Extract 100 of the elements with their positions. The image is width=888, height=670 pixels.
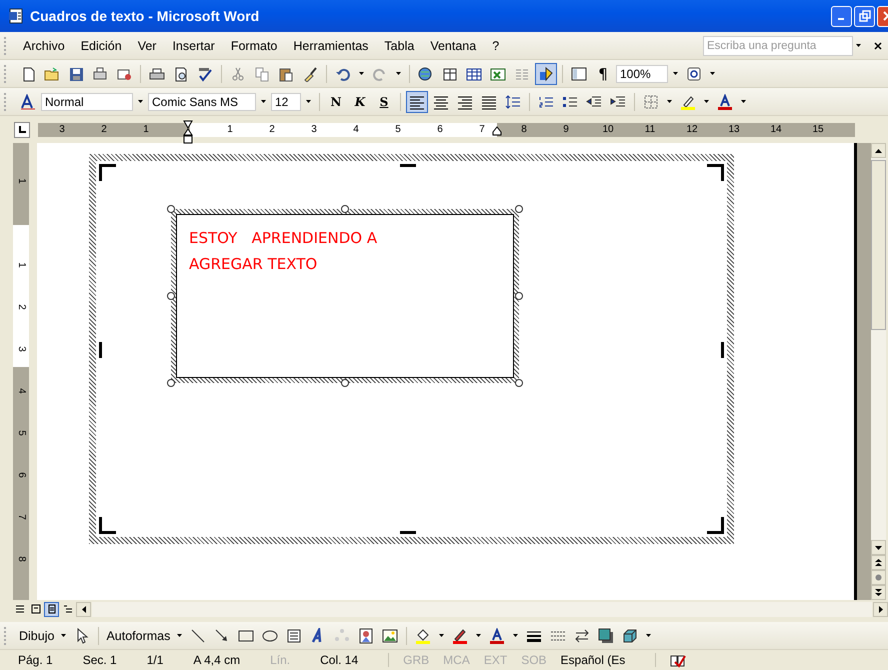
resize-handle-icon[interactable]: [167, 379, 175, 387]
scroll-down-icon[interactable]: [871, 540, 886, 555]
scroll-up-icon[interactable]: [871, 143, 886, 158]
crop-handle-icon[interactable]: [99, 342, 102, 358]
crop-handle-icon[interactable]: [707, 164, 724, 181]
caret-icon[interactable]: [177, 634, 182, 637]
resize-handle-icon[interactable]: [515, 292, 523, 300]
font-dropdown[interactable]: Comic Sans MS: [148, 92, 256, 110]
scroll-right-icon[interactable]: [873, 602, 888, 616]
crop-handle-icon[interactable]: [707, 517, 724, 534]
caret-icon[interactable]: [667, 100, 672, 103]
resize-handle-icon[interactable]: [341, 205, 349, 213]
italic-button[interactable]: K: [349, 90, 371, 112]
indent-marker-icon[interactable]: [183, 120, 193, 144]
next-page-icon[interactable]: [871, 585, 886, 600]
fill-bucket-icon[interactable]: [415, 628, 432, 644]
scroll-left-icon[interactable]: [76, 602, 91, 616]
pen-icon[interactable]: [452, 628, 468, 644]
decrease-indent-icon[interactable]: [586, 94, 602, 110]
cube-icon[interactable]: [622, 628, 638, 644]
increase-indent-icon[interactable]: [610, 94, 626, 110]
picture-icon[interactable]: [382, 628, 398, 644]
text-box-icon[interactable]: [286, 628, 302, 644]
line-icon[interactable]: [190, 628, 206, 644]
left-tab-icon[interactable]: [18, 126, 26, 134]
menu-item[interactable]: Formato: [222, 38, 286, 52]
autoshapes-menu[interactable]: Autoformas: [104, 628, 172, 642]
style-dropdown[interactable]: Normal: [41, 92, 133, 110]
drawing-shapes-icon[interactable]: [538, 66, 554, 82]
menu-item[interactable]: Ventana: [422, 38, 484, 52]
menu-item[interactable]: Ver: [130, 38, 164, 52]
printer-icon[interactable]: [149, 66, 165, 82]
restore-icon[interactable]: [858, 10, 870, 22]
line-spacing-icon[interactable]: [505, 94, 521, 110]
close-icon[interactable]: [874, 42, 882, 50]
spreadsheet-icon[interactable]: [490, 66, 506, 82]
scissors-icon[interactable]: [230, 66, 246, 82]
menu-item[interactable]: Edición: [72, 38, 130, 52]
menu-item[interactable]: Tabla: [376, 38, 422, 52]
font-color-icon[interactable]: [489, 628, 506, 644]
minimize-button[interactable]: [831, 6, 852, 26]
crop-handle-icon[interactable]: [99, 517, 116, 534]
spelling-check-icon[interactable]: [197, 66, 213, 82]
formatting-marks-button[interactable]: ¶: [592, 62, 614, 84]
help-question-field[interactable]: Escriba una pregunta: [703, 36, 853, 56]
caret-icon[interactable]: [646, 634, 652, 637]
caret-icon[interactable]: [710, 72, 715, 75]
caret-icon[interactable]: [476, 634, 482, 637]
arrow-style-icon[interactable]: [574, 628, 590, 644]
folder-icon[interactable]: [44, 66, 60, 82]
oval-icon[interactable]: [262, 628, 278, 644]
copy-icon[interactable]: [254, 66, 270, 82]
highlighter-icon[interactable]: [680, 94, 696, 110]
caret-icon[interactable]: [856, 44, 861, 47]
right-indent-marker-icon[interactable]: [492, 126, 502, 136]
resize-handle-icon[interactable]: [515, 379, 523, 387]
crop-handle-icon[interactable]: [99, 164, 116, 181]
resize-handle-icon[interactable]: [515, 205, 523, 213]
resize-handle-icon[interactable]: [341, 379, 349, 387]
font-color-icon[interactable]: [717, 94, 733, 110]
caret-icon[interactable]: [704, 100, 709, 103]
caret-icon[interactable]: [741, 100, 746, 103]
menu-item[interactable]: Archivo: [15, 38, 73, 52]
resize-handle-icon[interactable]: [167, 205, 175, 213]
shadow-icon[interactable]: [598, 628, 614, 644]
drawing-canvas[interactable]: ESTOY APRENDIENDO A AGREGAR TEXTO: [89, 154, 734, 544]
table-icon[interactable]: [466, 66, 482, 82]
crop-handle-icon[interactable]: [400, 531, 416, 534]
caret-icon[interactable]: [261, 100, 266, 103]
previous-page-icon[interactable]: [871, 555, 886, 570]
print-preview-icon[interactable]: [173, 66, 189, 82]
menu-item[interactable]: ?: [484, 38, 508, 52]
help-icon[interactable]: [686, 66, 702, 82]
justify-icon[interactable]: [481, 94, 497, 110]
tab-selector[interactable]: [14, 122, 30, 138]
vertical-scrollbar[interactable]: [871, 143, 886, 600]
align-center-icon[interactable]: [433, 94, 449, 110]
caret-icon[interactable]: [359, 72, 364, 75]
caret-icon[interactable]: [673, 72, 678, 75]
caret-icon[interactable]: [306, 100, 311, 103]
caret-icon[interactable]: [61, 634, 66, 637]
crop-handle-icon[interactable]: [721, 342, 724, 358]
rectangle-icon[interactable]: [238, 628, 254, 644]
borders-icon[interactable]: [643, 94, 659, 110]
font-size-dropdown[interactable]: 12: [271, 92, 301, 110]
draw-menu[interactable]: Dibujo: [17, 628, 56, 642]
caret-icon[interactable]: [396, 72, 401, 75]
paintbrush-icon[interactable]: [302, 66, 318, 82]
clipboard-icon[interactable]: [278, 66, 294, 82]
horizontal-scrollbar[interactable]: [92, 602, 872, 616]
caret-icon[interactable]: [439, 634, 444, 637]
document-map-icon[interactable]: [571, 66, 587, 82]
clip-art-icon[interactable]: [358, 628, 374, 644]
underline-button[interactable]: S: [373, 90, 395, 112]
bold-button[interactable]: N: [325, 90, 347, 112]
style-icon[interactable]: [20, 94, 36, 110]
align-right-icon[interactable]: [457, 94, 473, 110]
scroll-thumb[interactable]: [871, 160, 886, 330]
caret-icon[interactable]: [138, 100, 143, 103]
resize-handle-icon[interactable]: [167, 292, 175, 300]
